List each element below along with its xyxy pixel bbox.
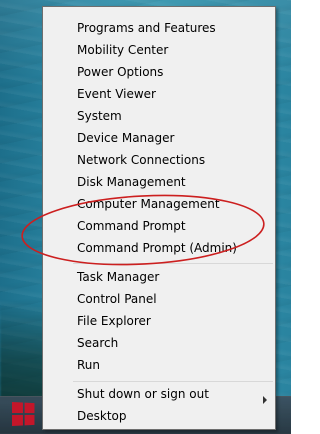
menu-item-desktop[interactable]: Desktop xyxy=(77,405,127,427)
menu-item-device-manager[interactable]: Device Manager xyxy=(77,127,174,149)
menu-item-command-prompt-admin[interactable]: Command Prompt (Admin) xyxy=(77,237,237,259)
menu-item-run[interactable]: Run xyxy=(77,354,100,376)
quick-link-menu: Programs and Features Mobility Center Po… xyxy=(42,6,276,430)
menu-item-system[interactable]: System xyxy=(77,105,122,127)
menu-item-programs-and-features[interactable]: Programs and Features xyxy=(77,17,216,39)
submenu-arrow-icon xyxy=(263,396,267,404)
menu-separator xyxy=(73,381,273,382)
menu-item-network-connections[interactable]: Network Connections xyxy=(77,149,205,171)
menu-item-computer-management[interactable]: Computer Management xyxy=(77,193,220,215)
menu-item-disk-management[interactable]: Disk Management xyxy=(77,171,186,193)
menu-item-command-prompt[interactable]: Command Prompt xyxy=(77,215,186,237)
windows-logo-icon xyxy=(12,402,35,426)
menu-item-control-panel[interactable]: Control Panel xyxy=(77,288,157,310)
menu-item-task-manager[interactable]: Task Manager xyxy=(77,266,159,288)
menu-item-power-options[interactable]: Power Options xyxy=(77,61,163,83)
menu-item-shut-down-or-sign-out[interactable]: Shut down or sign out xyxy=(77,383,209,405)
menu-item-file-explorer[interactable]: File Explorer xyxy=(77,310,151,332)
menu-item-search[interactable]: Search xyxy=(77,332,118,354)
menu-separator xyxy=(73,263,273,264)
menu-item-mobility-center[interactable]: Mobility Center xyxy=(77,39,168,61)
menu-item-event-viewer[interactable]: Event Viewer xyxy=(77,83,156,105)
